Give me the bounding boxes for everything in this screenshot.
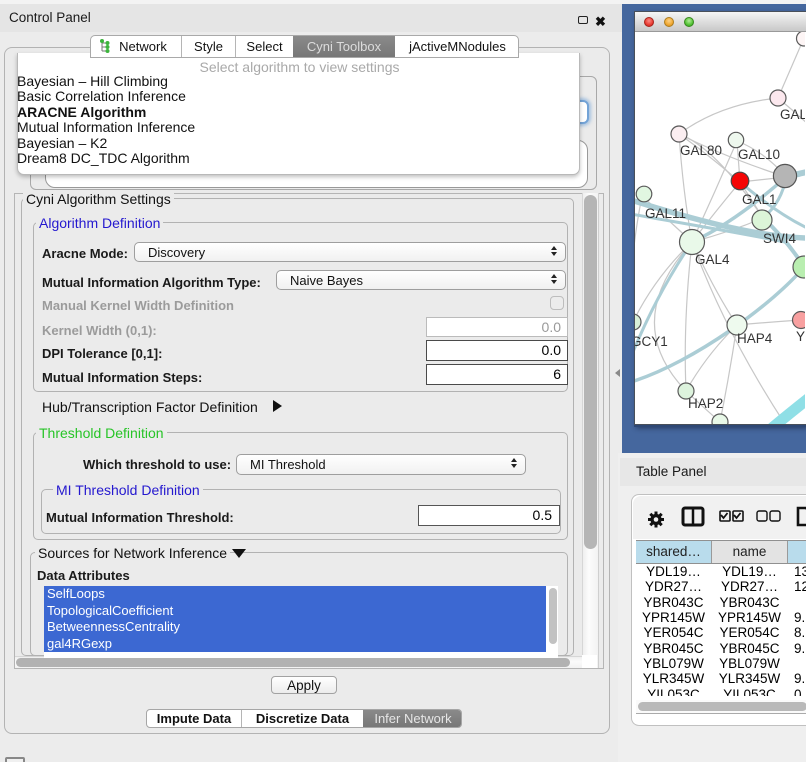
- svg-text:GAL7: GAL7: [780, 107, 805, 122]
- svg-text:HAP4: HAP4: [737, 331, 773, 346]
- svg-text:GCY1: GCY1: [635, 334, 668, 349]
- svg-text:GAL10: GAL10: [738, 147, 780, 162]
- svg-text:HAP2: HAP2: [688, 396, 723, 411]
- svg-text:GAL80: GAL80: [680, 143, 722, 158]
- svg-text:SWI4: SWI4: [763, 231, 796, 246]
- svg-text:GAL11: GAL11: [645, 206, 686, 221]
- svg-text:YEL: YEL: [796, 329, 805, 344]
- svg-text:GAL1: GAL1: [742, 192, 777, 207]
- svg-text:GAL4: GAL4: [695, 252, 730, 267]
